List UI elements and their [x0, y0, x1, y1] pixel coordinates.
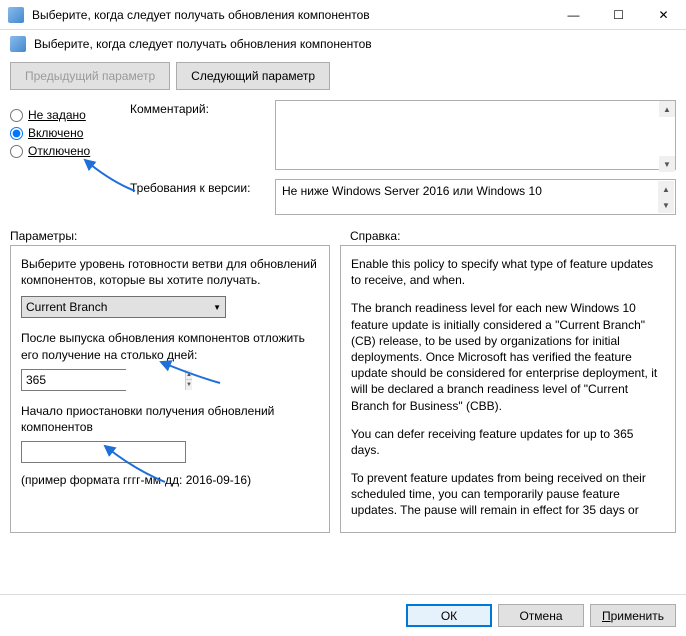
- defer-days-spinner[interactable]: ▲ ▼: [21, 369, 126, 391]
- radio-enabled[interactable]: [10, 127, 23, 140]
- spinner-down-icon[interactable]: ▼: [186, 380, 192, 390]
- radio-not-configured[interactable]: [10, 109, 23, 122]
- comment-label: Комментарий:: [130, 100, 275, 173]
- next-setting-button[interactable]: Следующий параметр: [176, 62, 330, 90]
- help-panel: Enable this policy to specify what type …: [340, 245, 676, 533]
- titlebar: Выберите, когда следует получать обновле…: [0, 0, 686, 30]
- app-icon: [8, 7, 24, 23]
- help-p1: Enable this policy to specify what type …: [351, 256, 661, 288]
- prev-setting-button[interactable]: Предыдущий параметр: [10, 62, 170, 90]
- chevron-down-icon: ▼: [213, 303, 221, 312]
- footer: ОК Отмена Применить: [0, 594, 686, 636]
- subheader: Выберите, когда следует получать обновле…: [0, 30, 686, 58]
- requirements-label: Требования к версии:: [130, 179, 275, 215]
- spinner-up-icon[interactable]: ▲: [186, 370, 192, 381]
- help-p4: To prevent feature updates from being re…: [351, 470, 661, 522]
- radio-enabled-label[interactable]: Включено: [28, 126, 83, 140]
- date-format-hint: (пример формата гггг-мм-дд: 2016-09-16): [21, 473, 319, 487]
- params-label: Параметры:: [10, 229, 350, 243]
- comment-textarea[interactable]: [275, 100, 676, 170]
- window-title: Выберите, когда следует получать обновле…: [32, 8, 551, 22]
- radio-disabled-label[interactable]: Отключено: [28, 144, 90, 158]
- params-panel: Выберите уровень готовности ветви для об…: [10, 245, 330, 533]
- branch-text: Выберите уровень готовности ветви для об…: [21, 256, 319, 288]
- policy-icon: [10, 36, 26, 52]
- pause-text: Начало приостановки получения обновлений…: [21, 403, 319, 435]
- requirements-text: Не ниже Windows Server 2016 или Windows …: [282, 184, 542, 198]
- close-button[interactable]: ✕: [641, 0, 686, 30]
- help-p2: The branch readiness level for each new …: [351, 300, 661, 413]
- maximize-button[interactable]: ☐: [596, 0, 641, 30]
- radio-disabled[interactable]: [10, 145, 23, 158]
- ok-button[interactable]: ОК: [406, 604, 492, 627]
- defer-days-input[interactable]: [22, 370, 185, 390]
- subheader-text: Выберите, когда следует получать обновле…: [34, 37, 372, 51]
- radio-not-configured-label[interactable]: Не задано: [28, 108, 86, 122]
- requirements-box: Не ниже Windows Server 2016 или Windows …: [275, 179, 676, 215]
- help-scroll[interactable]: Enable this policy to specify what type …: [351, 256, 665, 522]
- branch-combo[interactable]: Current Branch ▼: [21, 296, 226, 318]
- scroll-down-icon[interactable]: ▼: [658, 197, 674, 213]
- scroll-up-icon[interactable]: ▲: [658, 181, 674, 197]
- minimize-button[interactable]: —: [551, 0, 596, 30]
- defer-text: После выпуска обновления компонентов отл…: [21, 330, 319, 362]
- apply-button[interactable]: Применить: [590, 604, 676, 627]
- branch-combo-value: Current Branch: [26, 300, 107, 314]
- state-radios: Не задано Включено Отключено: [10, 100, 130, 221]
- help-p3: You can defer receiving feature updates …: [351, 426, 661, 458]
- pause-date-input[interactable]: [21, 441, 186, 463]
- cancel-button[interactable]: Отмена: [498, 604, 584, 627]
- scroll-down-icon[interactable]: ▼: [659, 156, 675, 172]
- nav-row: Предыдущий параметр Следующий параметр: [0, 58, 686, 100]
- scroll-up-icon[interactable]: ▲: [659, 101, 675, 117]
- help-label: Справка:: [350, 229, 400, 243]
